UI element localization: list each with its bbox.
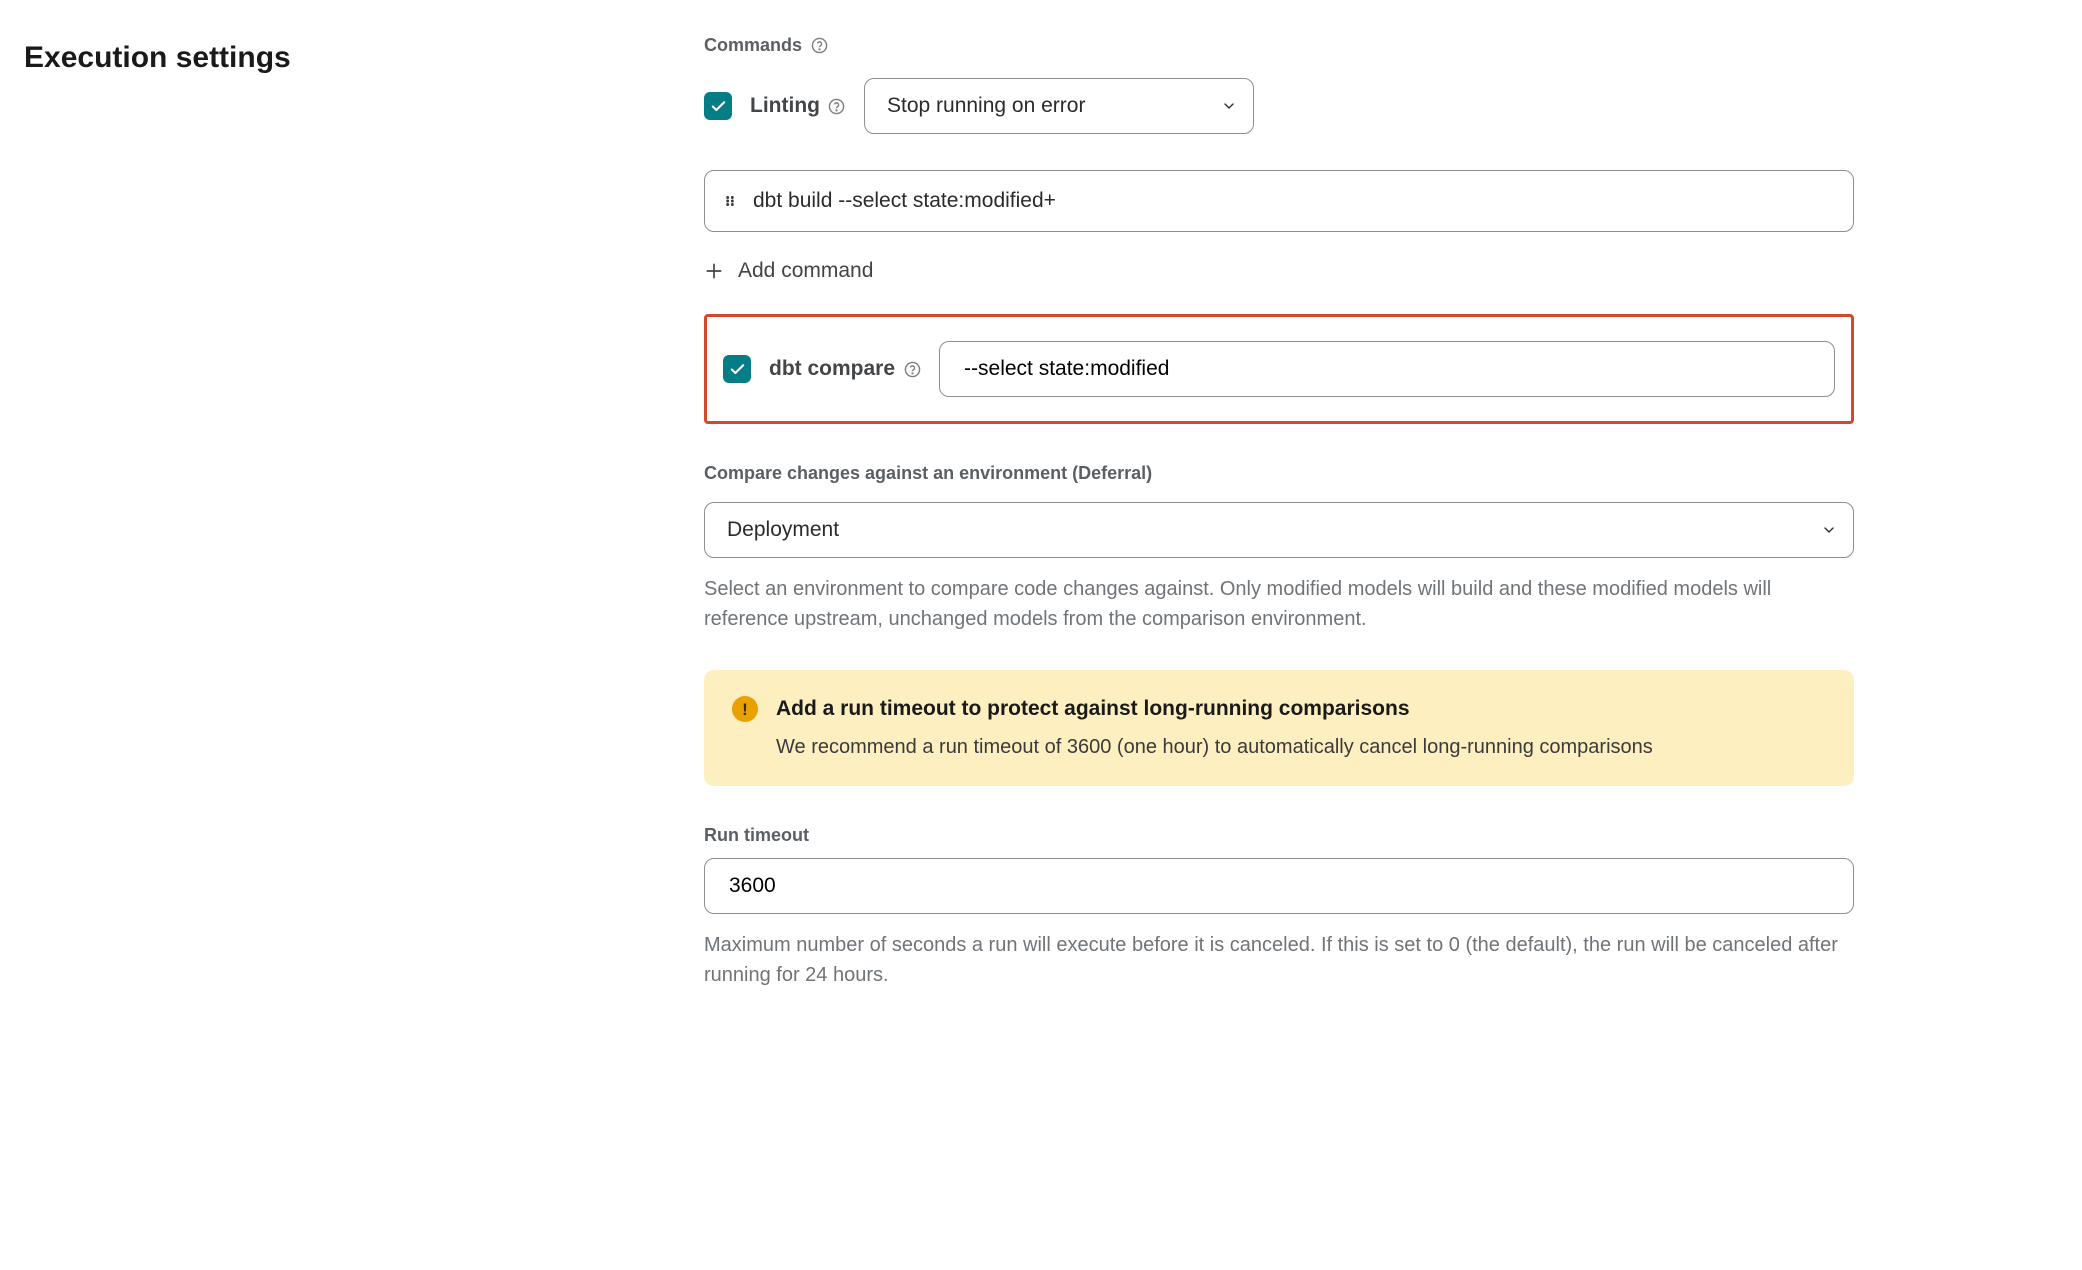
deferral-label: Compare changes against an environment (…: [704, 460, 1854, 486]
chevron-down-icon: [1221, 98, 1237, 114]
deferral-hint: Select an environment to compare code ch…: [704, 574, 1854, 634]
deferral-env-value: Deployment: [727, 515, 839, 545]
alert-body: We recommend a run timeout of 3600 (one …: [776, 733, 1653, 762]
compare-checkbox[interactable]: [723, 355, 751, 383]
timeout-input[interactable]: [727, 873, 1831, 899]
add-command-label: Add command: [738, 256, 873, 286]
deferral-label-text: Compare changes against an environment (…: [704, 460, 1152, 486]
timeout-alert: ! Add a run timeout to protect against l…: [704, 670, 1854, 785]
add-command-button[interactable]: Add command: [704, 256, 873, 286]
page-title: Execution settings: [24, 36, 704, 80]
help-icon[interactable]: [810, 36, 828, 54]
compare-label-text: dbt compare: [769, 354, 895, 384]
warning-icon: !: [732, 696, 758, 722]
alert-title: Add a run timeout to protect against lon…: [776, 694, 1653, 724]
help-icon[interactable]: [903, 360, 921, 378]
help-icon[interactable]: [828, 97, 846, 115]
linting-label-text: Linting: [750, 91, 820, 121]
timeout-label: Run timeout: [704, 822, 1854, 848]
chevron-down-icon: [1821, 522, 1837, 538]
compare-highlight-box: dbt compare: [704, 314, 1854, 424]
linting-behavior-value: Stop running on error: [887, 91, 1085, 121]
command-input-row: [704, 170, 1854, 232]
linting-checkbox[interactable]: [704, 92, 732, 120]
timeout-hint: Maximum number of seconds a run will exe…: [704, 930, 1854, 990]
linting-behavior-select[interactable]: Stop running on error: [864, 78, 1254, 134]
timeout-label-text: Run timeout: [704, 822, 809, 848]
linting-label: Linting: [750, 91, 846, 121]
command-input[interactable]: [751, 188, 1835, 214]
deferral-env-select[interactable]: Deployment: [704, 502, 1854, 558]
commands-label-text: Commands: [704, 32, 802, 58]
commands-label: Commands: [704, 32, 1854, 58]
compare-input-wrap: [939, 341, 1835, 397]
timeout-input-wrap: [704, 858, 1854, 914]
plus-icon: [704, 261, 724, 281]
drag-handle-icon[interactable]: [723, 194, 737, 208]
compare-input[interactable]: [962, 356, 1812, 382]
compare-label: dbt compare: [769, 354, 921, 384]
